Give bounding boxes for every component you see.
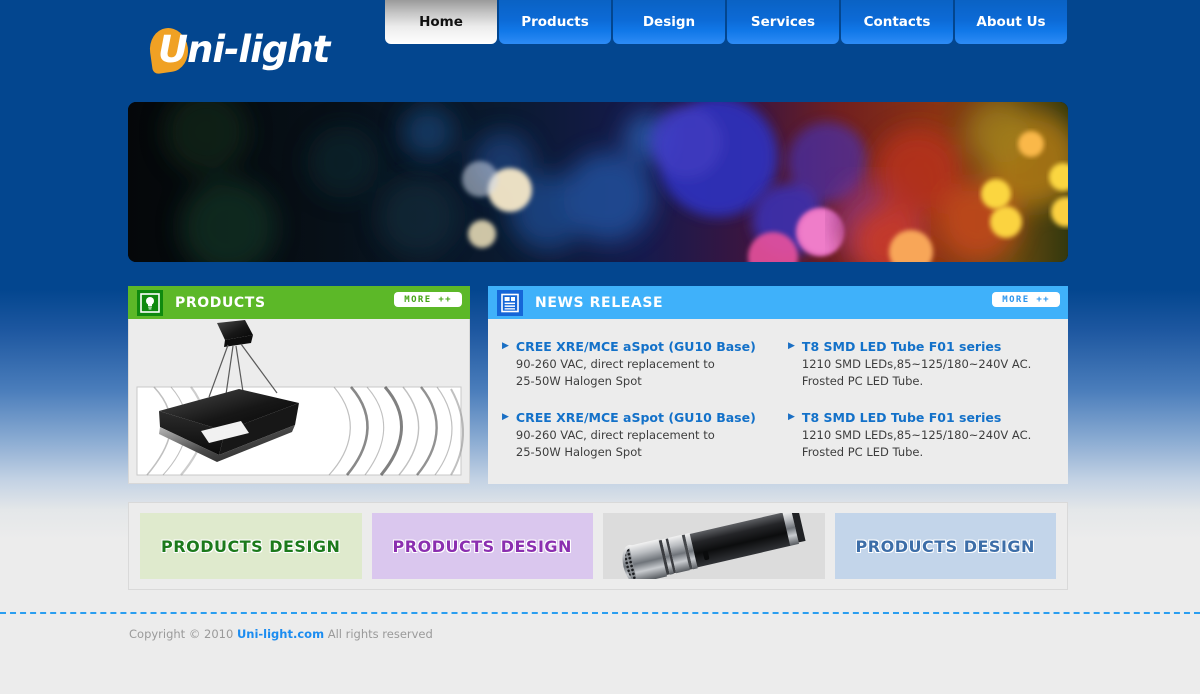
news-item: ▶ CREE XRE/MCE aSpot (GU10 Base) 90-260 … <box>502 337 768 391</box>
content-panels: PRODUCTS MORE ++ NEWS RELEASE MORE ++ ▶ … <box>128 286 1068 484</box>
footer-divider <box>0 612 1200 614</box>
news-item: ▶ CREE XRE/MCE aSpot (GU10 Base) 90-260 … <box>502 408 768 462</box>
news-panel-header: NEWS RELEASE MORE ++ <box>488 286 1068 319</box>
triangle-bullet-icon: ▶ <box>788 340 795 350</box>
nav-label-design: Design <box>642 14 696 30</box>
footer-site-link[interactable]: Uni-light.com <box>237 627 324 641</box>
design-card-label: PRODUCTS DESIGN <box>392 536 572 556</box>
site-header: Uni-light Home Products Design Services … <box>0 0 1200 90</box>
nav-item-about-us[interactable]: About Us <box>955 0 1067 44</box>
nav-item-design[interactable]: Design <box>613 0 725 44</box>
news-item: ▶ T8 SMD LED Tube F01 series 1210 SMD LE… <box>788 408 1054 462</box>
news-item-title[interactable]: CREE XRE/MCE aSpot (GU10 Base) <box>516 408 756 427</box>
news-panel-title: NEWS RELEASE <box>535 294 664 311</box>
news-item-line2: Frosted PC LED Tube. <box>801 374 924 389</box>
news-more-button[interactable]: MORE ++ <box>992 292 1060 307</box>
copyright-prefix: Copyright © 2010 <box>129 627 237 641</box>
bokeh-lights-image <box>128 102 1068 262</box>
nav-label-services: Services <box>750 14 816 30</box>
news-item-title[interactable]: CREE XRE/MCE aSpot (GU10 Base) <box>516 337 756 356</box>
products-panel-title: PRODUCTS <box>175 294 266 311</box>
design-card-3[interactable] <box>603 513 825 579</box>
light-bulb-icon <box>137 289 163 316</box>
site-logo[interactable]: Uni-light <box>147 25 330 75</box>
footer-copyright: Copyright © 2010 Uni-light.com All right… <box>129 627 433 641</box>
design-card-label: PRODUCTS DESIGN <box>161 536 341 556</box>
news-panel: NEWS RELEASE MORE ++ ▶ CREE XRE/MCE aSpo… <box>488 286 1068 484</box>
news-item-line2: Frosted PC LED Tube. <box>801 445 924 460</box>
news-item-title[interactable]: T8 SMD LED Tube F01 series <box>802 337 1031 356</box>
news-item-line1: 1210 SMD LEDs,85~125/180~240V AC. <box>801 357 1032 371</box>
news-item-line1: 90-260 VAC, direct replacement to <box>515 357 715 371</box>
logo-text: Uni-light <box>158 28 330 71</box>
products-more-button[interactable]: MORE ++ <box>394 292 462 307</box>
products-design-strip: PRODUCTS DESIGN PRODUCTS DESIGN PRODUCTS… <box>128 502 1068 590</box>
design-card-2[interactable]: PRODUCTS DESIGN <box>371 513 593 579</box>
news-item-line1: 1210 SMD LEDs,85~125/180~240V AC. <box>801 427 1032 442</box>
news-list: ▶ CREE XRE/MCE aSpot (GU10 Base) 90-260 … <box>502 337 1054 462</box>
flashlight-image <box>603 513 825 579</box>
news-item-line2: 25-50W Halogen Spot <box>515 445 642 460</box>
main-navigation: Home Products Design Services Contacts A… <box>385 0 1067 44</box>
nav-label-products: Products <box>521 14 589 30</box>
products-panel-body <box>128 319 470 484</box>
nav-item-contacts[interactable]: Contacts <box>841 0 953 44</box>
triangle-bullet-icon: ▶ <box>788 410 795 421</box>
nav-item-services[interactable]: Services <box>727 0 839 44</box>
triangle-bullet-icon: ▶ <box>502 410 509 421</box>
nav-label-about-us: About Us <box>976 14 1046 30</box>
nav-item-products[interactable]: Products <box>499 0 611 44</box>
design-card-label: PRODUCTS DESIGN <box>855 536 1035 556</box>
copyright-suffix: All rights reserved <box>324 627 433 641</box>
news-item: ▶ T8 SMD LED Tube F01 series 1210 SMD LE… <box>788 337 1054 391</box>
pendant-lamp-image[interactable] <box>129 319 469 483</box>
news-item-line2: 25-50W Halogen Spot <box>515 374 642 389</box>
nav-item-home[interactable]: Home <box>385 0 497 44</box>
newspaper-icon <box>497 289 523 316</box>
news-panel-body: ▶ CREE XRE/MCE aSpot (GU10 Base) 90-260 … <box>488 319 1068 484</box>
design-card-4[interactable]: PRODUCTS DESIGN <box>834 513 1056 579</box>
design-card-1[interactable]: PRODUCTS DESIGN <box>140 513 362 579</box>
products-panel: PRODUCTS MORE ++ <box>128 286 470 484</box>
nav-label-contacts: Contacts <box>863 14 931 30</box>
products-panel-header: PRODUCTS MORE ++ <box>128 286 470 319</box>
news-item-title[interactable]: T8 SMD LED Tube F01 series <box>802 408 1031 427</box>
triangle-bullet-icon: ▶ <box>502 340 509 350</box>
news-item-line1: 90-260 VAC, direct replacement to <box>515 427 715 442</box>
hero-banner <box>128 102 1068 262</box>
nav-label-home: Home <box>419 14 463 30</box>
